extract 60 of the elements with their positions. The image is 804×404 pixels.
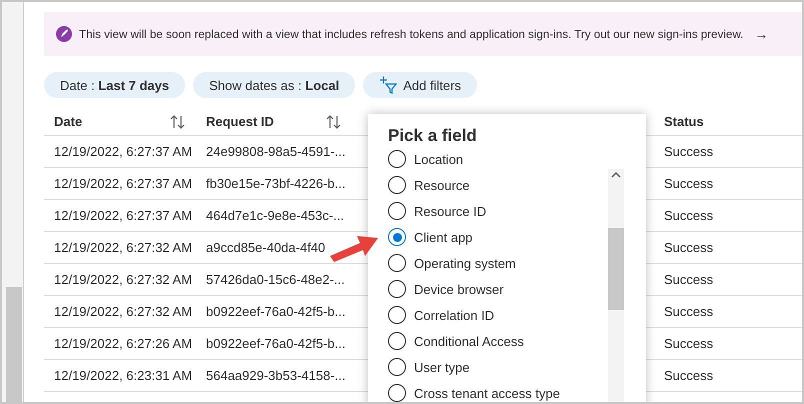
table-cell-text: 12/19/2022, 6:27:32 AM xyxy=(54,272,194,287)
table-cell-text: Success xyxy=(664,272,714,287)
rocket-icon xyxy=(56,26,72,42)
column-header[interactable]: Date xyxy=(54,114,82,129)
column-header[interactable]: Request ID xyxy=(206,114,274,129)
field-option[interactable]: Correlation ID xyxy=(388,302,646,328)
sort-icon[interactable] xyxy=(170,114,186,128)
radio-button[interactable] xyxy=(388,306,406,324)
banner-text: This view will be soon replaced with a view that includes refresh tokens and application sign-ins. Try out our new sign-ins preview. xyxy=(79,28,744,40)
table-cell-text: b0922eef-76a0-42f5-b... xyxy=(206,336,346,351)
radio-button[interactable] xyxy=(388,176,406,194)
field-option[interactable]: Cross tenant access type xyxy=(388,380,646,402)
table-cell-text: 12/19/2022, 6:27:37 AM xyxy=(54,144,194,159)
table-cell-text: Success xyxy=(664,176,714,191)
radio-button[interactable] xyxy=(388,358,406,376)
filter-chip[interactable]: Show dates as : Local xyxy=(193,72,356,98)
table-cell-text: a9ccd85e-40da-4f40 xyxy=(206,240,326,255)
column-header[interactable]: Status xyxy=(664,114,704,129)
table-cell-text: 12/19/2022, 6:23:31 AM xyxy=(54,368,194,383)
table-cell-text: b0922eef-76a0-42f5-b... xyxy=(206,304,346,319)
field-option[interactable]: Device browser xyxy=(388,276,646,302)
field-option[interactable]: Resource xyxy=(388,172,646,198)
popup-title: Pick a field xyxy=(388,126,478,147)
add-filters-button[interactable]: Add filters xyxy=(363,72,478,98)
radio-button[interactable] xyxy=(388,280,406,298)
scrollbar-thumb[interactable] xyxy=(6,287,22,402)
table-cell-text: Success xyxy=(664,368,714,383)
table-cell-text: 12/19/2022, 6:27:32 AM xyxy=(54,240,194,255)
table-cell-text: 464d7e1c-9e8e-453c-... xyxy=(206,208,346,223)
sort-icon[interactable] xyxy=(326,114,342,128)
table-cell-text: Success xyxy=(664,144,714,159)
field-option[interactable]: Resource ID xyxy=(388,198,646,224)
radio-button[interactable] xyxy=(388,332,406,350)
radio-button[interactable] xyxy=(388,150,406,168)
table-cell-text: 564aa929-3b53-4158-... xyxy=(206,368,347,383)
table-cell-text: 12/19/2022, 6:27:32 AM xyxy=(54,304,194,319)
table-cell-text: Success xyxy=(664,208,714,223)
field-option[interactable]: Operating system xyxy=(388,250,646,276)
field-option[interactable]: Client app xyxy=(388,224,646,250)
table-cell-text: 12/19/2022, 6:27:37 AM xyxy=(54,176,194,191)
radio-button[interactable] xyxy=(388,384,406,402)
table-cell-text: 12/19/2022, 6:27:37 AM xyxy=(54,208,194,223)
table-cell-text: 12/19/2022, 6:27:26 AM xyxy=(54,336,194,351)
radio-button[interactable] xyxy=(388,228,406,246)
scrollbar-thumb[interactable] xyxy=(608,228,624,310)
table-cell-text: 24e99808-98a5-4591-... xyxy=(206,144,347,159)
table-cell-text: Success xyxy=(664,240,714,255)
banner-arrow[interactable]: → xyxy=(754,26,768,42)
table-cell-text: 57426da0-15c6-48e2-... xyxy=(206,272,346,287)
field-option[interactable]: Conditional Access xyxy=(388,328,646,354)
field-option[interactable]: User type xyxy=(388,354,646,380)
table-cell-text: Success xyxy=(664,336,714,351)
add-filter-icon xyxy=(379,76,398,94)
filter-chip[interactable]: Date : Last 7 days xyxy=(44,72,186,98)
radio-button[interactable] xyxy=(388,254,406,272)
table-cell-text: Success xyxy=(664,304,714,319)
table-cell-text: fb30e15e-73bf-4226-b... xyxy=(206,176,346,191)
radio-button[interactable] xyxy=(388,202,406,220)
scrollbar-track[interactable] xyxy=(608,169,624,402)
field-option[interactable]: Location xyxy=(388,146,646,172)
